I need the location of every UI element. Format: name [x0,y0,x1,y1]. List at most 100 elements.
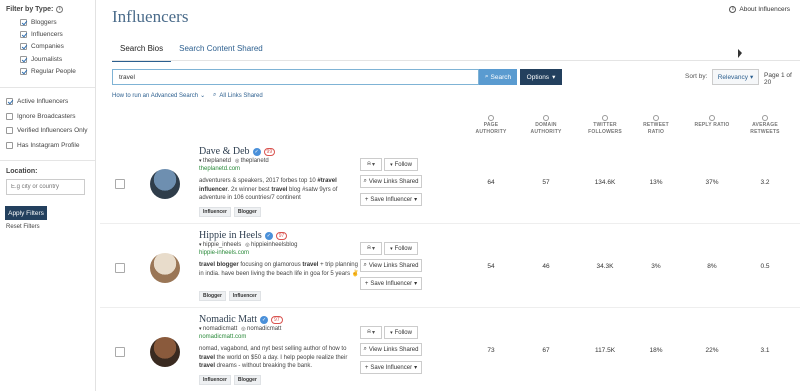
checkbox[interactable] [20,55,27,63]
search-button[interactable]: ⌕ Search [479,69,517,85]
influencer-name[interactable]: Nomadic Matt ✓ 97 [199,314,283,325]
column-header[interactable]: RETWEET RATIO [630,115,682,136]
chevron-down-icon: ▾ [414,197,418,203]
view-links-label: View Links Shared [368,346,419,353]
search-button-label: Search [490,73,512,81]
checkbox[interactable] [20,43,27,51]
checkbox[interactable] [6,98,13,105]
checkbox-label: Active Influencers [17,98,69,105]
all-links-shared-filter[interactable]: ⌕ All Links Shared [213,92,263,99]
location-input[interactable] [6,179,85,195]
reset-filters-link[interactable]: Reset Filters [6,224,40,230]
filter-type-regular-people[interactable]: Regular People [20,67,76,75]
save-influencer-button[interactable]: + Save Influencer ▾ [360,361,422,374]
twitter-handle[interactable]: ▾ nomadicmatt [199,326,237,332]
column-header-line: PAGE [483,122,499,128]
filter-option-verified-influencers-only[interactable]: Verified Influencers Only [6,127,87,134]
divider [112,60,800,61]
checkbox[interactable] [6,112,13,120]
metric-value: 64 [487,179,495,186]
row-checkbox[interactable] [115,263,125,273]
search-icon: ⌕ [213,92,217,98]
alert-dropdown-button[interactable]: ⍾ ▾ [360,326,382,339]
follow-button[interactable]: ▾ Follow [384,158,418,171]
search-input[interactable] [112,69,479,85]
checkbox-label: Ignore Broadcasters [17,112,76,120]
tab-search-bios[interactable]: Search Bios [112,42,172,62]
website-link[interactable]: nomadicmatt.com [199,334,246,340]
checkbox[interactable] [20,67,27,75]
info-icon [488,115,494,121]
about-influencers-link[interactable]: i About Influencers [729,6,790,13]
filter-type-journalists[interactable]: Journalists [20,55,62,63]
checkbox[interactable] [6,127,13,134]
filter-option-has-instagram-profile[interactable]: Has Instagram Profile [6,141,80,149]
influencer-name-text: Hippie in Heels [199,230,262,241]
influencer-name-text: Dave & Deb [199,146,250,157]
column-header-line: AVERAGE [752,122,778,128]
bell-icon: ⍾ [367,245,371,251]
row-checkbox[interactable] [115,347,125,357]
metric-value: 3% [651,263,661,270]
influencer-name[interactable]: Dave & Deb ✓ 99 [199,146,276,157]
save-influencer-button[interactable]: + Save Influencer ▾ [360,277,422,290]
bio-text: travel [271,186,288,193]
avatar[interactable] [150,337,180,367]
filter-option-ignore-broadcasters[interactable]: Ignore Broadcasters [6,112,76,120]
save-influencer-button[interactable]: + Save Influencer ▾ [360,193,422,206]
column-header-line: RATIO [647,129,665,135]
checkbox[interactable] [20,19,27,26]
bio-text: nomad, vagabond, and nyt best selling au… [199,346,347,352]
column-header[interactable]: DOMAIN AUTHORITY [520,115,572,136]
sort-select[interactable]: Relevancy ▾ [712,69,759,85]
metric-value: 13% [649,179,663,186]
column-header-line: DOMAIN [535,122,557,128]
filter-type-bloggers[interactable]: Bloggers [20,19,57,26]
plus-icon: + [364,196,369,203]
influencer-name[interactable]: Hippie in Heels ✓ 97 [199,230,288,241]
follow-label: Follow [394,245,412,252]
tab-search-content-shared[interactable]: Search Content Shared [171,42,271,62]
apply-filters-button[interactable]: Apply Filters [5,206,47,220]
info-icon[interactable]: i [56,6,64,13]
info-icon [602,115,608,121]
info-icon [653,115,659,121]
instagram-handle[interactable]: ◎ hippieinheelsblog [245,242,297,248]
column-header[interactable]: AVERAGE RETWEETS [739,115,791,136]
website-link[interactable]: hippie-inheels.com [199,250,249,256]
checkbox[interactable] [20,31,27,39]
metric-value: 18% [649,347,663,354]
avatar[interactable] [150,253,180,283]
website-link[interactable]: theplanetd.com [199,166,240,172]
checkbox[interactable] [6,141,13,149]
alert-dropdown-button[interactable]: ⍾ ▾ [360,242,382,255]
avatar[interactable] [150,169,180,199]
instagram-handle[interactable]: ◎ nomadicmatt [241,326,281,332]
metric-value: 73 [487,347,495,354]
view-links-shared-button[interactable]: ⌕ View Links Shared [360,175,422,188]
column-header[interactable]: PAGE AUTHORITY [465,115,517,136]
search-icon: ⌕ [363,178,367,184]
follow-button[interactable]: ▾ Follow [384,242,418,255]
metric-value: 57 [542,179,550,186]
metric-value: 67 [542,347,550,354]
column-header-line: RETWEET [643,122,669,128]
advanced-search-link[interactable]: How to run an Advanced Search ⌄ [112,92,205,100]
options-button[interactable]: Options ▾ [520,69,562,85]
instagram-handle[interactable]: ◎ theplanetd [235,158,269,164]
column-header[interactable]: REPLY RATIO [686,115,738,129]
view-links-shared-button[interactable]: ⌕ View Links Shared [360,343,422,356]
filter-type-influencers[interactable]: Influencers [20,31,63,39]
alert-dropdown-button[interactable]: ⍾ ▾ [360,158,382,171]
twitter-handle[interactable]: ▾ hippie_inheels [199,242,241,248]
filter-option-active-influencers[interactable]: Active Influencers [6,98,68,105]
view-links-shared-button[interactable]: ⌕ View Links Shared [360,259,422,272]
twitter-handle[interactable]: ▾ theplanetd [199,158,231,164]
follow-button[interactable]: ▾ Follow [384,326,418,339]
row-checkbox[interactable] [115,179,125,189]
metric-value: 3.2 [760,179,770,186]
column-header[interactable]: TWITTER FOLLOWERS [579,115,631,136]
metric-value: 37% [705,179,719,186]
filter-type-companies[interactable]: Companies [20,43,64,51]
influencer-row: Hippie in Heels ✓ 97 ▾ hippie_inheels ◎ hipp… [100,228,800,312]
